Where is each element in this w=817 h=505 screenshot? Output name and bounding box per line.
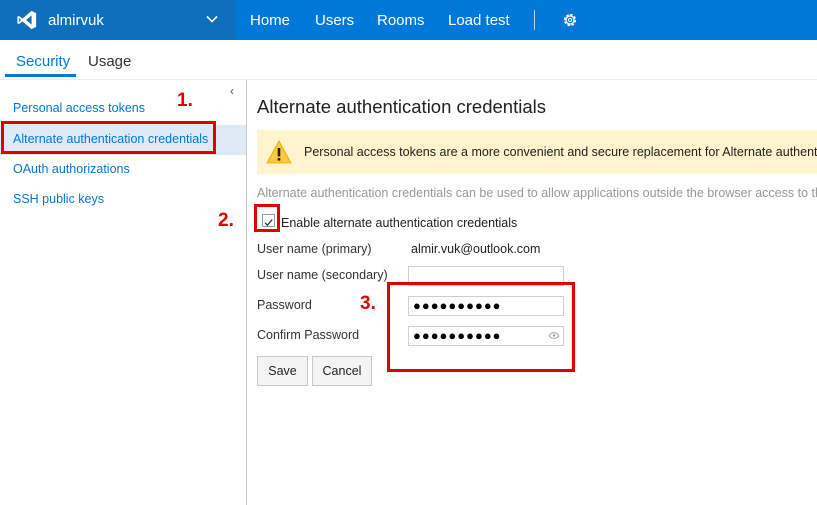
annotation-step-2: 2. <box>218 210 234 231</box>
confirm-password-label: Confirm Password <box>257 328 360 342</box>
gear-icon[interactable] <box>561 11 579 29</box>
annotation-step-1: 1. <box>177 90 193 111</box>
annotation-step-3: 3. <box>360 293 376 314</box>
enable-credentials-label[interactable]: Enable alternate authentication credenti… <box>281 216 517 230</box>
account-name: almirvuk <box>48 12 104 29</box>
warning-icon <box>266 140 292 164</box>
sidebar-item-ssh-public-keys[interactable]: SSH public keys <box>13 192 104 206</box>
password-label: Password <box>257 298 312 312</box>
nav-divider <box>534 10 535 30</box>
sidebar-item-oauth-authorizations[interactable]: OAuth authorizations <box>13 162 130 176</box>
warning-text: Personal access tokens are a more conven… <box>304 145 817 159</box>
annotation-box-3 <box>387 282 575 372</box>
annotation-box-2 <box>254 204 280 232</box>
nav-load-test[interactable]: Load test <box>448 12 510 29</box>
cancel-button[interactable]: Cancel <box>312 356 372 386</box>
warning-banner: Personal access tokens are a more conven… <box>257 130 817 174</box>
tab-security[interactable]: Security <box>16 53 70 70</box>
primary-username-value: almir.vuk@outlook.com <box>411 242 541 256</box>
nav-home[interactable]: Home <box>250 12 290 29</box>
primary-username-label: User name (primary) <box>257 242 372 256</box>
page-title: Alternate authentication credentials <box>257 96 546 117</box>
secondary-username-label: User name (secondary) <box>257 268 388 282</box>
visual-studio-logo-icon <box>17 10 37 30</box>
annotation-box-1 <box>1 121 216 154</box>
nav-rooms[interactable]: Rooms <box>377 12 425 29</box>
collapse-sidebar-icon[interactable]: ‹ <box>230 84 234 98</box>
settings-tabs: Security Usage <box>0 40 817 80</box>
account-switcher[interactable]: almirvuk <box>0 0 236 40</box>
nav-users[interactable]: Users <box>315 12 354 29</box>
save-button[interactable]: Save <box>257 356 308 386</box>
sidebar-item-personal-access-tokens[interactable]: Personal access tokens <box>13 101 145 115</box>
top-bar: almirvuk Home Users Rooms Load test <box>0 0 817 40</box>
tab-usage[interactable]: Usage <box>88 53 131 70</box>
active-tab-indicator <box>5 74 76 77</box>
chevron-down-icon[interactable] <box>205 12 219 26</box>
description-text: Alternate authentication credentials can… <box>257 186 817 200</box>
